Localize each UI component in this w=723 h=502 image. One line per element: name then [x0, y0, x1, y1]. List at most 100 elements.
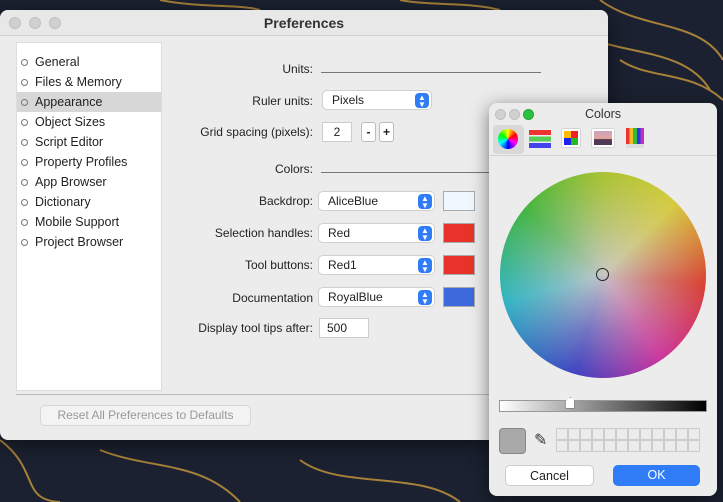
sidebar: General Files & Memory Appearance Object… [16, 42, 162, 391]
color-wheel-tab[interactable] [493, 125, 524, 154]
swatch-slot[interactable] [688, 428, 700, 440]
sidebar-item-property-profiles[interactable]: Property Profiles [17, 152, 161, 172]
bullet-icon [21, 58, 28, 66]
bullet-icon [21, 78, 28, 86]
chevron-updown-icon: ▲ ▼ [418, 258, 432, 274]
swatch-slot[interactable] [556, 428, 568, 440]
bullet-icon [21, 98, 28, 106]
sidebar-item-label: Script Editor [35, 135, 104, 149]
chevron-updown-icon: ▲ ▼ [418, 290, 432, 306]
swatch-slot[interactable] [640, 428, 652, 440]
swatch-slot[interactable] [676, 428, 688, 440]
eyedropper-icon[interactable]: ✎ [534, 430, 547, 450]
sidebar-item-project-browser[interactable]: Project Browser [17, 232, 161, 252]
sidebar-item-label: Property Profiles [35, 155, 128, 169]
chevron-updown-icon: ▲ ▼ [418, 226, 432, 242]
sidebar-item-object-sizes[interactable]: Object Sizes [17, 112, 161, 132]
swatch-slot[interactable] [688, 440, 700, 452]
swatch-slot[interactable] [580, 440, 592, 452]
custom-color-swatches[interactable] [556, 428, 700, 452]
bullet-icon [21, 118, 28, 126]
tooltips-delay-input[interactable]: 500 [319, 318, 369, 338]
swatch-slot[interactable] [556, 440, 568, 452]
swatch-slot[interactable] [568, 440, 580, 452]
crosshair-icon[interactable] [596, 268, 609, 281]
swatch-slot[interactable] [568, 428, 580, 440]
swatch-slot[interactable] [580, 428, 592, 440]
swatch-slot[interactable] [616, 440, 628, 452]
sidebar-item-label: Files & Memory [35, 75, 122, 89]
sliders-icon[interactable] [529, 130, 551, 148]
tool-buttons-select[interactable]: Red1 ▲ ▼ [318, 255, 435, 275]
tool-buttons-label: Tool buttons: [244, 258, 313, 272]
sidebar-item-dictionary[interactable]: Dictionary [17, 192, 161, 212]
tooltips-label: Display tool tips after: [198, 321, 313, 335]
current-color-swatch[interactable] [499, 428, 526, 454]
sidebar-item-label: Project Browser [35, 235, 124, 249]
brightness-slider[interactable] [499, 397, 707, 412]
documentation-select[interactable]: RoyalBlue ▲ ▼ [318, 287, 435, 307]
sidebar-item-general[interactable]: General [17, 52, 161, 72]
reset-preferences-button[interactable]: Reset All Preferences to Defaults [40, 405, 251, 426]
swatch-slot[interactable] [592, 440, 604, 452]
sidebar-item-label: Dictionary [35, 195, 91, 209]
backdrop-value: AliceBlue [328, 194, 379, 208]
sidebar-item-files-memory[interactable]: Files & Memory [17, 72, 161, 92]
swatch-slot[interactable] [604, 440, 616, 452]
divider [489, 155, 717, 156]
colors-divider [321, 172, 491, 173]
backdrop-color-well[interactable] [443, 191, 475, 211]
documentation-value: RoyalBlue [328, 290, 383, 304]
sidebar-item-appearance[interactable]: Appearance [17, 92, 161, 112]
grid-decrement-button[interactable]: - [361, 122, 376, 142]
swatch-slot[interactable] [664, 440, 676, 452]
swatch-slot[interactable] [640, 440, 652, 452]
sidebar-item-app-browser[interactable]: App Browser [17, 172, 161, 192]
documentation-color-well[interactable] [443, 287, 475, 307]
documentation-label: Documentation [232, 291, 313, 305]
chevron-updown-icon: ▲ ▼ [415, 93, 429, 109]
bullet-icon [21, 178, 28, 186]
swatch-slot[interactable] [628, 428, 640, 440]
color-wheel-icon [498, 129, 518, 149]
swatch-slot[interactable] [676, 440, 688, 452]
sidebar-item-label: Mobile Support [35, 215, 120, 229]
sidebar-item-label: App Browser [35, 175, 107, 189]
backdrop-select[interactable]: AliceBlue ▲ ▼ [318, 191, 435, 211]
pencils-icon[interactable] [626, 128, 644, 148]
chevron-updown-icon: ▲ ▼ [418, 194, 432, 210]
swatch-slot[interactable] [664, 428, 676, 440]
swatch-slot[interactable] [652, 440, 664, 452]
sidebar-item-label: Appearance [35, 95, 103, 109]
sidebar-item-mobile-support[interactable]: Mobile Support [17, 212, 161, 232]
colors-title: Colors [584, 107, 622, 121]
bullet-icon [21, 218, 28, 226]
grid-increment-button[interactable]: + [379, 122, 394, 142]
selection-handles-select[interactable]: Red ▲ ▼ [318, 223, 435, 243]
color-wheel[interactable] [500, 172, 706, 378]
swatch-slot[interactable] [616, 428, 628, 440]
swatch-slot[interactable] [628, 440, 640, 452]
units-label: Units: [282, 62, 313, 76]
image-palettes-icon[interactable] [592, 129, 614, 147]
bullet-icon [21, 198, 28, 206]
grid-spacing-input[interactable]: 2 [322, 122, 352, 142]
swatch-slot[interactable] [592, 428, 604, 440]
colors-label: Colors: [274, 162, 313, 176]
cancel-button[interactable]: Cancel [505, 465, 594, 486]
palettes-icon[interactable] [562, 129, 580, 147]
swatch-slot[interactable] [604, 428, 616, 440]
tool-buttons-color-well[interactable] [443, 255, 475, 275]
selection-handles-color-well[interactable] [443, 223, 475, 243]
sidebar-item-label: Object Sizes [35, 115, 106, 129]
backdrop-label: Backdrop: [258, 194, 313, 208]
ok-button[interactable]: OK [613, 465, 700, 486]
ruler-units-select[interactable]: Pixels ▲ ▼ [322, 90, 432, 110]
bullet-icon [21, 138, 28, 146]
ruler-units-value: Pixels [332, 93, 365, 107]
swatch-slot[interactable] [652, 428, 664, 440]
sidebar-item-script-editor[interactable]: Script Editor [17, 132, 161, 152]
units-divider [321, 72, 541, 73]
slider-knob[interactable] [565, 397, 576, 409]
selection-handles-value: Red [328, 226, 351, 240]
